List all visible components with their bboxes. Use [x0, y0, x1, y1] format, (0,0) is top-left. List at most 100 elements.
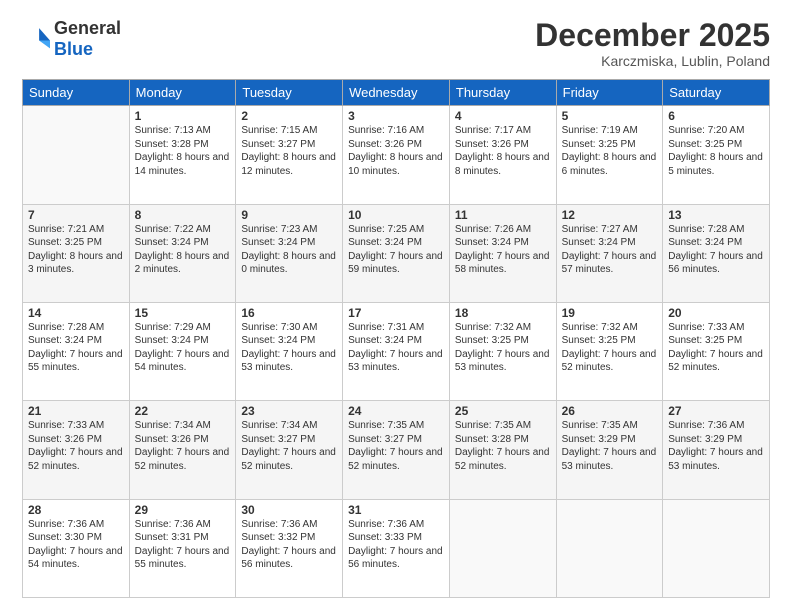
day-info: Sunrise: 7:27 AMSunset: 3:24 PMDaylight:… [562, 224, 657, 276]
day-number: 25 [455, 404, 551, 418]
table-row: 21 Sunrise: 7:33 AMSunset: 3:26 PMDayligh… [23, 401, 130, 499]
day-number: 11 [455, 208, 551, 222]
day-info: Sunrise: 7:32 AMSunset: 3:25 PMDaylight:… [562, 322, 657, 374]
calendar: Sunday Monday Tuesday Wednesday Thursday… [22, 79, 770, 598]
title-block: December 2025 Karczmiska, Lublin, Poland [535, 18, 770, 69]
day-info: Sunrise: 7:30 AMSunset: 3:24 PMDaylight:… [241, 322, 336, 374]
page: General Blue December 2025 Karczmiska, L… [0, 0, 792, 612]
table-row [663, 499, 770, 597]
day-info: Sunrise: 7:13 AMSunset: 3:28 PMDaylight:… [135, 125, 230, 177]
day-number: 9 [241, 208, 337, 222]
table-row: 28Sunrise: 7:36 AMSunset: 3:30 PMDayligh… [23, 499, 130, 597]
table-row: 16 Sunrise: 7:30 AMSunset: 3:24 PMDayligh… [236, 302, 343, 400]
day-info: Sunrise: 7:31 AMSunset: 3:24 PMDaylight:… [348, 322, 443, 374]
calendar-header-row: Sunday Monday Tuesday Wednesday Thursday… [23, 80, 770, 106]
table-row: 3Sunrise: 7:16 AMSunset: 3:26 PMDaylight… [343, 106, 450, 204]
col-sunday: Sunday [23, 80, 130, 106]
table-row: 9 Sunrise: 7:23 AMSunset: 3:24 PMDaylight… [236, 204, 343, 302]
day-info: Sunrise: 7:21 AMSunset: 3:25 PMDaylight:… [28, 224, 123, 276]
day-number: 23 [241, 404, 337, 418]
day-number: 26 [562, 404, 658, 418]
day-info: Sunrise: 7:28 AMSunset: 3:24 PMDaylight:… [668, 224, 763, 276]
table-row: 29 Sunrise: 7:36 AMSunset: 3:31 PMDayligh… [129, 499, 236, 597]
day-info: Sunrise: 7:28 AMSunset: 3:24 PMDaylight:… [28, 322, 123, 374]
day-number: 22 [135, 404, 231, 418]
calendar-week-row: 14 Sunrise: 7:28 AMSunset: 3:24 PMDayligh… [23, 302, 770, 400]
table-row: 22 Sunrise: 7:34 AMSunset: 3:26 PMDayligh… [129, 401, 236, 499]
location: Karczmiska, Lublin, Poland [535, 53, 770, 69]
table-row: 2 Sunrise: 7:15 AMSunset: 3:27 PMDaylight… [236, 106, 343, 204]
day-number: 10 [348, 208, 444, 222]
day-number: 14 [28, 306, 124, 320]
day-number: 6 [668, 109, 764, 123]
day-info: Sunrise: 7:35 AMSunset: 3:27 PMDaylight:… [348, 420, 443, 472]
day-info: Sunrise: 7:17 AMSunset: 3:26 PMDaylight:… [455, 125, 550, 177]
table-row: 25Sunrise: 7:35 AMSunset: 3:28 PMDayligh… [449, 401, 556, 499]
table-row: 8 Sunrise: 7:22 AMSunset: 3:24 PMDaylight… [129, 204, 236, 302]
day-info: Sunrise: 7:36 AMSunset: 3:33 PMDaylight:… [348, 519, 443, 571]
day-info: Sunrise: 7:26 AMSunset: 3:24 PMDaylight:… [455, 224, 550, 276]
table-row: 14 Sunrise: 7:28 AMSunset: 3:24 PMDayligh… [23, 302, 130, 400]
day-number: 8 [135, 208, 231, 222]
day-info: Sunrise: 7:23 AMSunset: 3:24 PMDaylight:… [241, 224, 336, 276]
table-row [556, 499, 663, 597]
col-friday: Friday [556, 80, 663, 106]
day-number: 2 [241, 109, 337, 123]
day-number: 21 [28, 404, 124, 418]
day-info: Sunrise: 7:33 AMSunset: 3:25 PMDaylight:… [668, 322, 763, 374]
table-row: 11 Sunrise: 7:26 AMSunset: 3:24 PMDayligh… [449, 204, 556, 302]
col-thursday: Thursday [449, 80, 556, 106]
logo-blue: Blue [54, 39, 93, 59]
day-number: 5 [562, 109, 658, 123]
table-row: 26 Sunrise: 7:35 AMSunset: 3:29 PMDayligh… [556, 401, 663, 499]
table-row: 6Sunrise: 7:20 AMSunset: 3:25 PMDaylight… [663, 106, 770, 204]
day-number: 3 [348, 109, 444, 123]
day-info: Sunrise: 7:22 AMSunset: 3:24 PMDaylight:… [135, 224, 230, 276]
col-tuesday: Tuesday [236, 80, 343, 106]
col-wednesday: Wednesday [343, 80, 450, 106]
day-info: Sunrise: 7:19 AMSunset: 3:25 PMDaylight:… [562, 125, 657, 177]
day-number: 15 [135, 306, 231, 320]
day-info: Sunrise: 7:15 AMSunset: 3:27 PMDaylight:… [241, 125, 336, 177]
table-row: 31 Sunrise: 7:36 AMSunset: 3:33 PMDayligh… [343, 499, 450, 597]
table-row: 23 Sunrise: 7:34 AMSunset: 3:27 PMDayligh… [236, 401, 343, 499]
day-number: 13 [668, 208, 764, 222]
day-info: Sunrise: 7:36 AMSunset: 3:31 PMDaylight:… [135, 519, 230, 571]
day-info: Sunrise: 7:36 AMSunset: 3:30 PMDaylight:… [28, 519, 123, 571]
day-number: 29 [135, 503, 231, 517]
day-number: 17 [348, 306, 444, 320]
table-row: 13 Sunrise: 7:28 AMSunset: 3:24 PMDayligh… [663, 204, 770, 302]
day-number: 16 [241, 306, 337, 320]
logo-general: General [54, 18, 121, 38]
day-info: Sunrise: 7:33 AMSunset: 3:26 PMDaylight:… [28, 420, 123, 472]
table-row: 30Sunrise: 7:36 AMSunset: 3:32 PMDayligh… [236, 499, 343, 597]
day-info: Sunrise: 7:29 AMSunset: 3:24 PMDaylight:… [135, 322, 230, 374]
day-info: Sunrise: 7:35 AMSunset: 3:29 PMDaylight:… [562, 420, 657, 472]
table-row: 4 Sunrise: 7:17 AMSunset: 3:26 PMDaylight… [449, 106, 556, 204]
table-row: 5 Sunrise: 7:19 AMSunset: 3:25 PMDaylight… [556, 106, 663, 204]
col-monday: Monday [129, 80, 236, 106]
day-info: Sunrise: 7:25 AMSunset: 3:24 PMDaylight:… [348, 224, 443, 276]
day-number: 18 [455, 306, 551, 320]
day-info: Sunrise: 7:34 AMSunset: 3:27 PMDaylight:… [241, 420, 336, 472]
table-row: 17 Sunrise: 7:31 AMSunset: 3:24 PMDayligh… [343, 302, 450, 400]
month-title: December 2025 [535, 18, 770, 53]
table-row: 18Sunrise: 7:32 AMSunset: 3:25 PMDayligh… [449, 302, 556, 400]
day-number: 31 [348, 503, 444, 517]
logo: General Blue [22, 18, 121, 60]
day-info: Sunrise: 7:34 AMSunset: 3:26 PMDaylight:… [135, 420, 230, 472]
day-number: 30 [241, 503, 337, 517]
table-row: 24Sunrise: 7:35 AMSunset: 3:27 PMDayligh… [343, 401, 450, 499]
day-number: 20 [668, 306, 764, 320]
table-row: 12 Sunrise: 7:27 AMSunset: 3:24 PMDayligh… [556, 204, 663, 302]
table-row [449, 499, 556, 597]
day-number: 12 [562, 208, 658, 222]
table-row: 10 Sunrise: 7:25 AMSunset: 3:24 PMDayligh… [343, 204, 450, 302]
day-number: 4 [455, 109, 551, 123]
day-number: 27 [668, 404, 764, 418]
day-info: Sunrise: 7:36 AMSunset: 3:29 PMDaylight:… [668, 420, 763, 472]
day-number: 7 [28, 208, 124, 222]
day-number: 1 [135, 109, 231, 123]
col-saturday: Saturday [663, 80, 770, 106]
table-row: 20 Sunrise: 7:33 AMSunset: 3:25 PMDayligh… [663, 302, 770, 400]
